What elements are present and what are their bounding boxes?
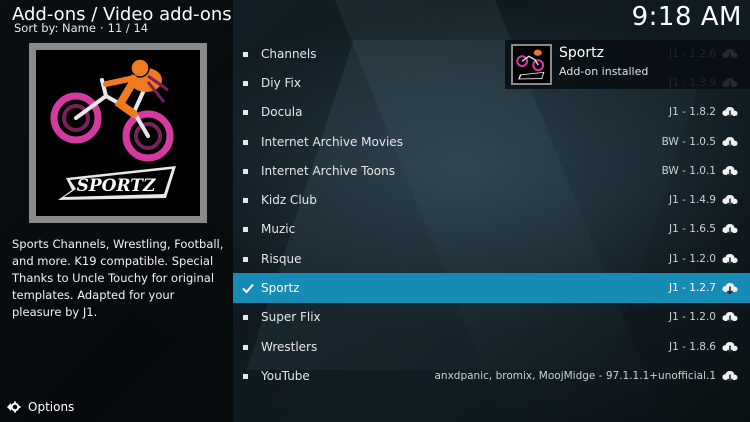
logo-text: SPORTZ xyxy=(77,176,156,196)
addon-name: Internet Archive Toons xyxy=(261,163,396,178)
addon-name: YouTube xyxy=(261,368,310,383)
options-icon xyxy=(7,401,21,413)
addon-version: J1 - 1.2.7 xyxy=(669,282,716,295)
bullet-icon xyxy=(243,110,248,116)
list-item[interactable]: Internet Archive Toons BW - 1.0.1 xyxy=(233,156,750,185)
cloud-download-icon xyxy=(722,107,738,119)
addon-version: J1 - 1.2.0 xyxy=(669,252,716,265)
addon-list: ChannelsJ1 - 1.2.6Diy FixJ1 - 1.3.9Docul… xyxy=(233,39,750,391)
cloud-download-icon xyxy=(722,195,738,207)
bullet-icon xyxy=(243,373,248,379)
cloud-download-icon xyxy=(722,165,738,177)
notification-message: Add-on installed xyxy=(559,65,649,78)
list-item[interactable]: Risque J1 - 1.2.0 xyxy=(233,244,750,273)
cloud-download-icon xyxy=(722,341,738,353)
addon-name: Kidz Club xyxy=(261,193,317,208)
bullet-icon xyxy=(243,139,248,145)
addon-version: J1 - 1.8.6 xyxy=(669,340,716,353)
addon-name: Channels xyxy=(261,46,317,61)
options-button[interactable]: Options xyxy=(6,399,74,415)
notification-thumbnail xyxy=(511,44,552,85)
addon-version: BW - 1.0.1 xyxy=(661,164,716,177)
list-item[interactable]: Super Flix J1 - 1.2.0 xyxy=(233,303,750,332)
cloud-download-icon xyxy=(722,253,738,265)
clock: 9:18 AM xyxy=(631,2,742,32)
addon-name: Internet Archive Movies xyxy=(261,134,403,149)
cloud-download-icon xyxy=(722,312,738,324)
sort-info: Sort by: Name · 11 / 14 xyxy=(14,21,148,35)
cloud-download-icon xyxy=(722,224,738,236)
list-item[interactable]: Docula J1 - 1.8.2 xyxy=(233,98,750,127)
addon-version: J1 - 1.6.5 xyxy=(669,223,716,236)
list-item[interactable]: Kidz Club J1 - 1.4.9 xyxy=(233,185,750,214)
options-label: Options xyxy=(28,400,75,414)
sportz-logo-art: SPORTZ xyxy=(50,58,176,200)
addon-name: Sportz xyxy=(261,281,300,296)
bullet-icon xyxy=(243,198,248,204)
sportz-logo: SPORTZ xyxy=(36,50,200,216)
bullet-icon xyxy=(243,344,248,350)
cloud-download-icon xyxy=(722,136,738,148)
list-item[interactable]: Internet Archive Movies BW - 1.0.5 xyxy=(233,127,750,156)
bullet-icon xyxy=(243,168,248,174)
addon-name: Muzic xyxy=(261,222,296,237)
notification-toast: Sportz Add-on installed xyxy=(505,40,750,89)
addon-name: Diy Fix xyxy=(261,75,301,90)
addon-name: Docula xyxy=(261,105,303,120)
addon-name: Wrestlers xyxy=(261,339,318,354)
addon-description: Sports Channels, Wrestling, Football, an… xyxy=(12,237,224,319)
list-item[interactable]: Sportz J1 - 1.2.7 xyxy=(233,273,750,303)
addon-version: J1 - 1.2.0 xyxy=(669,311,716,324)
addon-name: Risque xyxy=(261,251,302,266)
addon-version: J1 - 1.8.2 xyxy=(669,106,716,119)
addon-version: J1 - 1.4.9 xyxy=(669,194,716,207)
sportz-logo-small xyxy=(516,49,545,80)
checkmark-icon xyxy=(242,283,254,294)
addon-name: Super Flix xyxy=(261,310,321,325)
sort-label: Sort by: Name xyxy=(14,21,96,35)
cloud-download-icon xyxy=(722,370,738,382)
bullet-icon xyxy=(243,227,248,233)
separator: · xyxy=(99,21,104,35)
cloud-download-icon xyxy=(722,282,738,295)
addon-version: BW - 1.0.5 xyxy=(661,135,716,148)
addon-thumbnail: SPORTZ xyxy=(29,43,207,223)
bullet-icon xyxy=(243,51,248,57)
addon-version: anxdpanic, bromix, MoojMidge - 97.1.1.1+… xyxy=(434,369,716,382)
notification-title: Sportz xyxy=(559,45,604,61)
bullet-icon xyxy=(243,80,248,86)
list-item[interactable]: Muzic J1 - 1.6.5 xyxy=(233,215,750,244)
list-item[interactable]: Wrestlers J1 - 1.8.6 xyxy=(233,332,750,361)
bullet-icon xyxy=(243,315,248,321)
bullet-icon xyxy=(243,256,248,262)
list-item[interactable]: YouTube anxdpanic, bromix, MoojMidge - 97… xyxy=(233,361,750,390)
item-position: 11 / 14 xyxy=(107,21,149,35)
